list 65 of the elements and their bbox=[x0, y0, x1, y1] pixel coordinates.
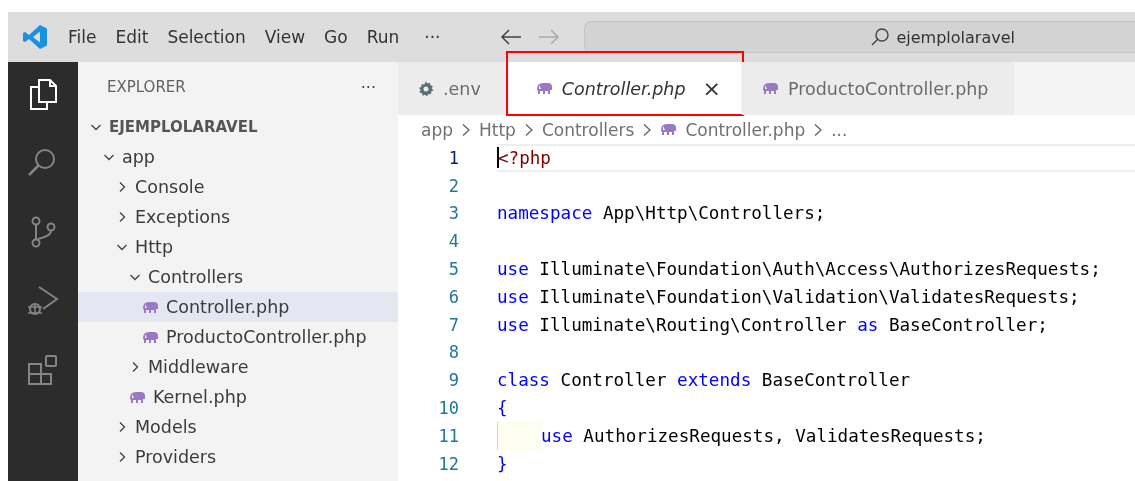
code-line: use Illuminate\Routing\Controller as BaseController; bbox=[497, 314, 1048, 335]
folder-entry[interactable]: app bbox=[78, 142, 398, 172]
elephant-icon bbox=[535, 82, 553, 95]
elephant-icon bbox=[761, 82, 779, 95]
folder-entry[interactable]: Controllers bbox=[78, 262, 398, 292]
chevron-right-icon bbox=[642, 122, 653, 137]
menu-item[interactable]: Edit bbox=[115, 27, 149, 47]
gear-icon bbox=[418, 80, 434, 97]
more-actions-button[interactable]: ··· bbox=[360, 77, 376, 97]
folder-entry[interactable]: EJEMPLOLARAVEL bbox=[78, 112, 398, 142]
line-number: 9 bbox=[447, 370, 460, 391]
line-number: 4 bbox=[447, 231, 460, 252]
elephant-icon bbox=[660, 123, 678, 136]
editor-tab[interactable]: .env bbox=[398, 62, 508, 115]
back-arrow-icon[interactable] bbox=[500, 28, 523, 46]
line-number: 6 bbox=[447, 286, 460, 307]
line-number: 2 bbox=[447, 175, 460, 196]
breadcrumb-item[interactable]: Controller.php bbox=[685, 119, 806, 140]
breadcrumb-item[interactable]: Http bbox=[479, 119, 516, 140]
editor-tab[interactable]: Controller.php × bbox=[507, 62, 742, 115]
more-menu[interactable]: ··· bbox=[424, 27, 441, 47]
folder-entry[interactable]: Console bbox=[78, 172, 398, 202]
code-line: use AuthorizesRequests, ValidatesRequests; bbox=[541, 425, 986, 446]
menu-item[interactable]: Selection bbox=[167, 27, 246, 47]
code-line: { bbox=[497, 398, 508, 419]
folder-entry[interactable]: Models bbox=[78, 412, 398, 442]
folder-entry[interactable]: Exceptions bbox=[78, 202, 398, 232]
line-number: 1 bbox=[447, 147, 460, 168]
folder-entry[interactable]: Http bbox=[78, 232, 398, 262]
line-number: 10 bbox=[437, 398, 460, 419]
elephant-icon bbox=[142, 330, 159, 344]
menu-item[interactable]: Go bbox=[324, 27, 348, 47]
folder-entry[interactable]: Providers bbox=[78, 442, 398, 472]
tree-entry[interactable]: Kernel.php bbox=[78, 382, 398, 412]
line-number: 3 bbox=[447, 203, 460, 224]
breadcrumb-item[interactable]: Controllers bbox=[541, 119, 635, 140]
tree-entry[interactable]: Controller.php bbox=[78, 292, 398, 322]
code-line: class Controller extends BaseController bbox=[497, 370, 911, 391]
code-line: use Illuminate\Foundation\Validation\ValidatesRequests; bbox=[497, 286, 1080, 307]
code-line: } bbox=[497, 453, 508, 474]
search-icon bbox=[870, 27, 891, 47]
line-number: 12 bbox=[437, 453, 460, 474]
elephant-icon bbox=[142, 300, 159, 314]
menu-item[interactable]: View bbox=[264, 27, 306, 47]
chevron-right-icon bbox=[813, 122, 824, 137]
breadcrumb-item[interactable]: ... bbox=[831, 119, 848, 140]
app-logo-icon bbox=[22, 24, 48, 50]
menu-item[interactable]: File bbox=[68, 27, 97, 47]
line-number: 7 bbox=[447, 314, 460, 335]
close-button[interactable]: × bbox=[702, 76, 721, 101]
line-number: 8 bbox=[447, 342, 460, 363]
chevron-right-icon bbox=[523, 122, 534, 137]
line-number: 11 bbox=[437, 425, 460, 446]
chevron-right-icon bbox=[461, 122, 471, 137]
line-number: 5 bbox=[447, 259, 460, 280]
code-line: namespace App\Http\Controllers; bbox=[497, 203, 826, 224]
search-field[interactable]: ejemplolaravel bbox=[584, 21, 1135, 53]
code-line: use Illuminate\Foundation\Auth\Access\AuthorizesRequests; bbox=[497, 259, 1101, 280]
tree-entry[interactable]: ProductoController.php bbox=[78, 322, 398, 352]
elephant-icon bbox=[129, 390, 146, 404]
menu-item[interactable]: Run bbox=[366, 27, 400, 47]
panel-title: EXPLORER bbox=[107, 78, 186, 96]
folder-entry[interactable]: Middleware bbox=[78, 352, 398, 382]
breadcrumb-item[interactable]: app bbox=[421, 119, 453, 140]
editor-tab[interactable]: ProductoController.php bbox=[741, 62, 1016, 115]
